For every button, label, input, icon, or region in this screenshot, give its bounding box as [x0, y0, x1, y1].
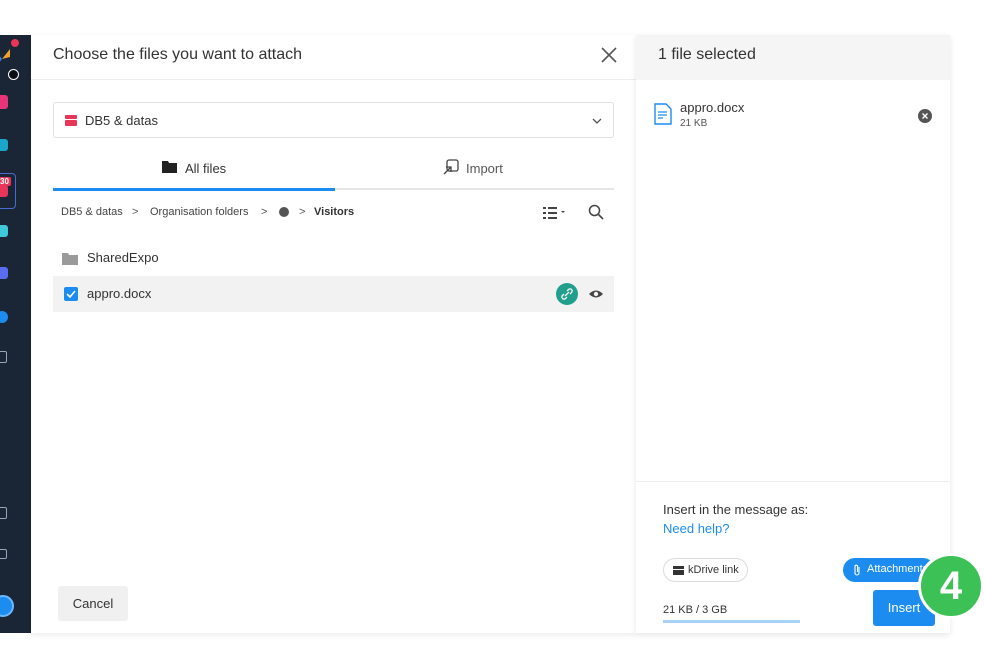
- tab-import-label: Import: [466, 161, 503, 176]
- notification-count-badge: 30: [0, 177, 11, 186]
- calendar-app-icon[interactable]: [0, 225, 8, 237]
- document-icon: [654, 103, 672, 125]
- tab-all-files[interactable]: All files: [53, 153, 335, 191]
- search-button[interactable]: [588, 204, 604, 220]
- list-item-folder[interactable]: SharedExpo: [53, 240, 614, 276]
- active-tab-indicator: [53, 188, 335, 191]
- close-icon: [601, 47, 617, 63]
- settings-icon[interactable]: [0, 549, 7, 559]
- storage-quota-bar: [663, 620, 800, 623]
- breadcrumb-separator: >: [299, 206, 306, 218]
- selection-panel-header: 1 file selected: [636, 35, 950, 80]
- list-view-icon: [543, 207, 565, 219]
- kdrive-link-label: kDrive link: [688, 564, 739, 576]
- folder-icon: [62, 253, 78, 265]
- selected-file-size: 21 KB: [680, 118, 708, 129]
- meet-app-icon[interactable]: [0, 311, 8, 323]
- drive-select-value: DB5 & datas: [85, 113, 158, 128]
- insert-options: Insert in the message as: Need help? kDr…: [636, 481, 950, 633]
- close-button[interactable]: [598, 44, 620, 66]
- help-icon[interactable]: [0, 595, 14, 617]
- home-icon[interactable]: [0, 95, 8, 109]
- view-mode-button[interactable]: [543, 206, 567, 220]
- paperclip-icon: [854, 564, 860, 576]
- search-icon: [588, 204, 604, 220]
- selection-count-title: 1 file selected: [658, 46, 756, 63]
- app-sidebar: 30: [0, 35, 31, 633]
- tab-import[interactable]: Import: [335, 153, 614, 190]
- drive-icon[interactable]: [0, 139, 8, 151]
- breadcrumb-item-drive[interactable]: DB5 & datas: [61, 206, 123, 218]
- dialog-title: Choose the files you want to attach: [53, 46, 303, 63]
- attachments-label: Attachments: [867, 563, 929, 575]
- selected-file-item: appro.docx 21 KB: [653, 97, 938, 133]
- list-item-file[interactable]: appro.docx: [53, 276, 614, 312]
- drive-icon: [65, 115, 77, 126]
- cancel-button[interactable]: Cancel: [58, 586, 128, 621]
- source-tabs: All files Import: [53, 153, 614, 191]
- link-icon: [561, 288, 573, 300]
- chevron-down-icon[interactable]: [8, 69, 19, 80]
- eye-icon[interactable]: [588, 287, 604, 301]
- close-icon: [922, 113, 928, 119]
- remove-file-button[interactable]: [918, 109, 932, 123]
- breadcrumb-separator: >: [132, 206, 139, 218]
- file-picker-dialog: Choose the files you want to attach DB5 …: [31, 35, 636, 633]
- selected-file-name: appro.docx: [680, 100, 745, 115]
- file-name: appro.docx: [87, 286, 152, 301]
- contacts-app-icon[interactable]: [0, 267, 8, 279]
- help-link[interactable]: Need help?: [663, 521, 730, 536]
- notification-dot-icon: [11, 39, 19, 47]
- drive-select[interactable]: DB5 & datas: [53, 102, 614, 138]
- breadcrumb-item-organisation[interactable]: Organisation folders: [150, 206, 248, 218]
- insert-as-label: Insert in the message as:: [663, 502, 809, 517]
- folder-icon: [162, 161, 177, 173]
- storage-quota-fill: [663, 620, 800, 623]
- selection-panel: 1 file selected appro.docx 21 KB Insert …: [636, 35, 950, 633]
- more-icon[interactable]: [279, 207, 289, 217]
- drive-icon: [673, 566, 684, 575]
- share-link-button[interactable]: [556, 283, 578, 305]
- kdrive-link-option[interactable]: kDrive link: [663, 558, 748, 582]
- kmail-logo-icon[interactable]: [0, 47, 12, 69]
- breadcrumb-item-current: Visitors: [314, 206, 355, 218]
- storage-quota: 21 KB / 3 GB: [663, 604, 728, 616]
- dialog-header: Choose the files you want to attach: [31, 35, 636, 80]
- mail-app-icon[interactable]: [0, 185, 8, 197]
- device-icon[interactable]: [0, 507, 7, 519]
- chevron-down-icon: [592, 118, 602, 124]
- import-icon: [443, 159, 459, 175]
- add-app-icon[interactable]: [0, 351, 7, 363]
- breadcrumb-separator: >: [261, 206, 268, 218]
- file-checkbox[interactable]: [64, 287, 78, 301]
- tab-all-files-label: All files: [185, 161, 227, 176]
- folder-name: SharedExpo: [87, 250, 159, 265]
- check-icon: [66, 290, 76, 299]
- step-number-badge: 4: [918, 553, 984, 619]
